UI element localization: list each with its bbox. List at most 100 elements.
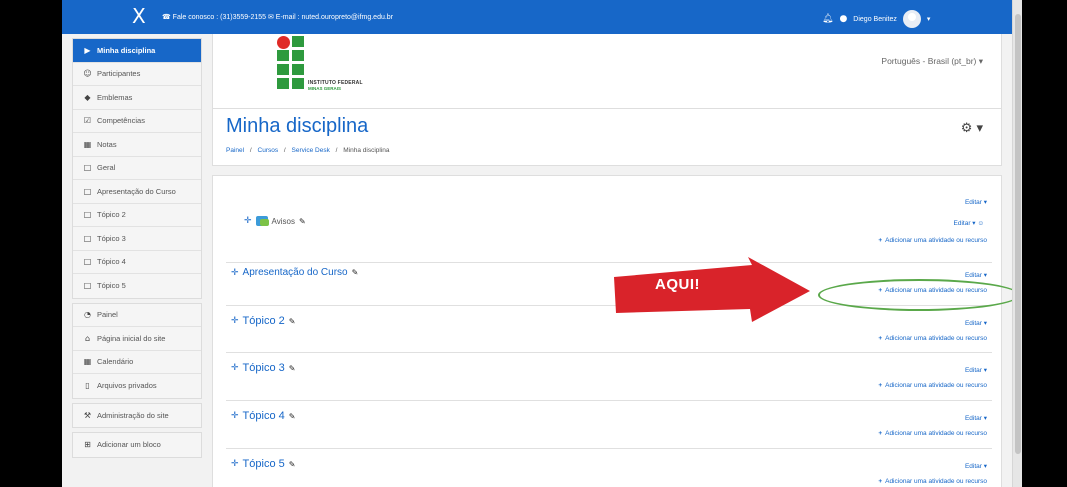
- avatar[interactable]: [902, 10, 921, 28]
- folder-icon: □: [83, 163, 92, 173]
- gear-icon[interactable]: ⚙ ▾: [961, 121, 983, 136]
- chat-icon[interactable]: ●: [839, 14, 847, 24]
- sidebar-item-label: Administração do site: [97, 410, 169, 420]
- sidebar-item-label: Página inicial do site: [97, 333, 166, 343]
- add-activity-link[interactable]: + Adicionar uma atividade ou recurso: [878, 237, 987, 244]
- section-name[interactable]: Tópico 4: [243, 410, 285, 422]
- bell-icon[interactable]: 🔔︎: [822, 14, 833, 24]
- sidebar-item[interactable]: □ Apresentação do Curso: [73, 180, 201, 204]
- move-icon[interactable]: ✛: [231, 411, 239, 421]
- sidebar-item[interactable]: ⊞ Adicionar um bloco: [73, 433, 201, 457]
- sidebar-item[interactable]: □ Tópico 5: [73, 274, 201, 298]
- graduation-cap-icon: ▶: [84, 45, 91, 55]
- move-icon[interactable]: ✛: [231, 363, 239, 373]
- close-icon[interactable]: X: [132, 6, 146, 26]
- folder-icon: □: [83, 233, 92, 243]
- course-section: ✛ Tópico 3 ✎ Editar ▾ + Adicionar uma ativida…: [226, 353, 992, 401]
- section-name[interactable]: Tópico 3: [243, 362, 285, 374]
- section-title: ✛ Tópico 5 ✎: [231, 458, 295, 470]
- pencil-icon[interactable]: ✎: [289, 317, 296, 326]
- sidebar-item-label: Apresentação do Curso: [97, 186, 176, 196]
- news-label[interactable]: Avisos: [272, 217, 295, 226]
- section-name[interactable]: Apresentação do Curso: [243, 267, 348, 278]
- move-icon[interactable]: ✛: [231, 316, 239, 326]
- pencil-icon[interactable]: ✎: [299, 217, 306, 226]
- scrollbar[interactable]: [1012, 0, 1022, 487]
- add-activity-link[interactable]: + Adicionar uma atividade ou recurso: [878, 430, 987, 437]
- sidebar-item[interactable]: ▯ Arquivos privados: [73, 374, 201, 398]
- news-activity[interactable]: ✛ Avisos ✎: [244, 216, 306, 226]
- breadcrumb-cursos[interactable]: Cursos: [258, 147, 279, 154]
- nav-group-admin: ⚒ Administração do site: [72, 402, 202, 428]
- sidebar-item[interactable]: ⌂ Página inicial do site: [73, 327, 201, 351]
- section-general: ✛ Avisos ✎ Editar ▾ Editar ▾ ☺ + Adiciona…: [226, 176, 992, 263]
- breadcrumb-sep: /: [283, 147, 286, 154]
- top-navbar: X ☎ Fale conosco : (31)3559-2155 ✉ E-mai…: [62, 0, 1012, 34]
- move-icon[interactable]: ✛: [244, 216, 252, 226]
- section-name[interactable]: Tópico 2: [243, 315, 285, 327]
- user-menu-caret-icon[interactable]: ▾: [927, 15, 931, 23]
- sidebar-item-label: Emblemas: [97, 92, 133, 102]
- sidebar-item[interactable]: □ Tópico 3: [73, 227, 201, 251]
- sidebar-item-label: Tópico 2: [97, 210, 126, 220]
- folder-icon: □: [83, 186, 92, 196]
- sidebar-item[interactable]: □ Geral: [73, 157, 201, 180]
- add-activity-link[interactable]: + Adicionar uma atividade ou recurso: [878, 335, 987, 342]
- arrow-label: AQUI!: [655, 276, 700, 293]
- contact-info: ☎ Fale conosco : (31)3559-2155 ✉ E-mail …: [162, 14, 394, 21]
- sidebar-item-label: Geral: [97, 163, 116, 173]
- sidebar-item[interactable]: ☑ Competências: [73, 110, 201, 133]
- language-menu[interactable]: Português - Brasil (pt_br) ▾: [881, 56, 983, 67]
- sidebar-item[interactable]: ⚒ Administração do site: [73, 404, 201, 428]
- pencil-icon[interactable]: ✎: [289, 412, 296, 421]
- add-activity-label: Adicionar uma atividade ou recurso: [885, 382, 987, 389]
- user-name[interactable]: Diego Benitez: [853, 16, 897, 23]
- sidebar-item[interactable]: ☺ Participantes: [73, 63, 201, 86]
- move-icon[interactable]: ✛: [231, 459, 239, 469]
- pencil-icon[interactable]: ✎: [289, 460, 296, 469]
- section-name[interactable]: Tópico 5: [243, 458, 285, 470]
- course-section: ✛ Tópico 4 ✎ Editar ▾ + Adicionar uma ativida…: [226, 401, 992, 449]
- sidebar-item[interactable]: ▦ Notas: [73, 133, 201, 157]
- pencil-icon[interactable]: ✎: [352, 268, 359, 277]
- breadcrumb: Painel / Cursos / Service Desk / Minha d…: [226, 147, 390, 154]
- breadcrumb-current: Minha disciplina: [343, 147, 390, 154]
- sidebar-item-label: Participantes: [97, 69, 141, 79]
- browser-viewport: X ☎ Fale conosco : (31)3559-2155 ✉ E-mai…: [62, 0, 1022, 487]
- pencil-icon[interactable]: ✎: [289, 364, 296, 373]
- sidebar-item-label: Calendário: [97, 357, 134, 367]
- sidebar-item-label: Notas: [97, 139, 117, 149]
- add-activity-link[interactable]: + Adicionar uma atividade ou recurso: [878, 478, 987, 485]
- section-edit-menu[interactable]: Editar ▾: [965, 271, 987, 279]
- file-icon: ▯: [85, 381, 90, 391]
- page-title: Minha disciplina: [226, 115, 369, 137]
- sidebar-item-label: Adicionar um bloco: [97, 440, 161, 450]
- sidebar-item-label: Painel: [97, 310, 118, 320]
- sidebar-item[interactable]: ▦ Calendário: [73, 351, 201, 374]
- plus-icon: +: [878, 335, 883, 342]
- dashboard-icon: ◔: [84, 310, 91, 320]
- section-edit-menu[interactable]: Editar ▾: [965, 462, 987, 470]
- plus-icon: +: [878, 478, 883, 485]
- folder-icon: □: [83, 281, 92, 291]
- add-activity-link[interactable]: + Adicionar uma atividade ou recurso: [878, 382, 987, 389]
- sidebar-item-label: Tópico 4: [97, 257, 126, 267]
- sidebar-item[interactable]: ◆ Emblemas: [73, 86, 201, 110]
- users-icon: ☺: [83, 69, 92, 79]
- section-edit-menu[interactable]: Editar ▾: [965, 198, 987, 206]
- scrollbar-thumb[interactable]: [1015, 14, 1021, 454]
- sidebar-item-label: Competências: [97, 116, 145, 126]
- breadcrumb-painel[interactable]: Painel: [226, 147, 244, 154]
- section-edit-menu[interactable]: Editar ▾: [965, 414, 987, 422]
- section-edit-menu[interactable]: Editar ▾: [965, 319, 987, 327]
- page-header: Minha disciplina Painel / Cursos / Servi…: [212, 108, 1002, 166]
- sidebar-item[interactable]: □ Tópico 2: [73, 204, 201, 227]
- sidebar-item[interactable]: □ Tópico 4: [73, 251, 201, 274]
- sidebar-item[interactable]: ◔ Painel: [73, 304, 201, 327]
- breadcrumb-service-desk[interactable]: Service Desk: [292, 147, 330, 154]
- nav-group-course: ▶ Minha disciplina ☺ Participantes ◆ Emblemas…: [72, 38, 202, 299]
- sidebar-item[interactable]: ▶ Minha disciplina: [73, 39, 201, 63]
- move-icon[interactable]: ✛: [231, 268, 239, 278]
- section-edit-menu[interactable]: Editar ▾: [965, 366, 987, 374]
- activity-edit-menu[interactable]: Editar ▾ ☺: [954, 219, 985, 227]
